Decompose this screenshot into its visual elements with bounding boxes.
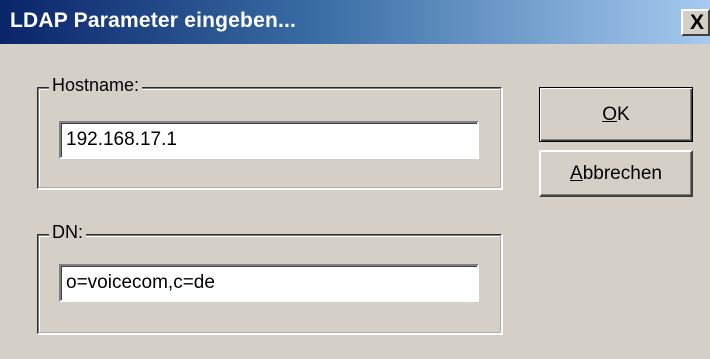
- close-button[interactable]: X: [681, 9, 710, 36]
- window-title: LDAP Parameter eingeben...: [10, 9, 297, 32]
- cancel-button-mnemonic: A: [570, 162, 583, 184]
- dn-group: DN:: [37, 222, 502, 334]
- hostname-input[interactable]: [59, 121, 479, 159]
- hostname-label: Hostname:: [49, 75, 143, 96]
- ok-button[interactable]: OK: [539, 87, 693, 142]
- title-bar[interactable]: LDAP Parameter eingeben... X: [0, 0, 710, 44]
- cancel-button[interactable]: Abbrechen: [539, 150, 693, 197]
- close-icon: X: [690, 11, 705, 34]
- cancel-button-label: bbrechen: [582, 162, 662, 184]
- ok-button-label: K: [617, 103, 630, 125]
- ldap-parameter-dialog: LDAP Parameter eingeben... X Hostname: D…: [0, 0, 710, 359]
- hostname-group: Hostname:: [37, 75, 502, 189]
- dn-label: DN:: [49, 222, 86, 243]
- dn-input[interactable]: [59, 264, 479, 302]
- ok-button-mnemonic: O: [602, 103, 618, 125]
